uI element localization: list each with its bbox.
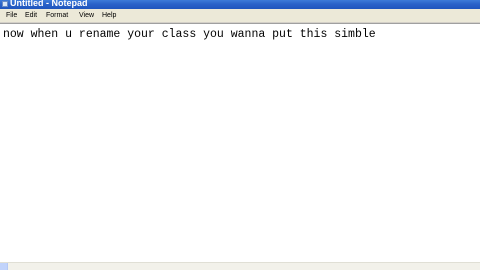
title-bar[interactable]: Untitled - Notepad <box>0 0 480 9</box>
menu-help[interactable]: Help <box>100 10 118 21</box>
menu-bar: File Edit Format View Help <box>0 9 480 23</box>
notepad-window: Untitled - Notepad File Edit Format View… <box>0 0 480 270</box>
menu-view[interactable]: View <box>77 10 96 21</box>
menu-file[interactable]: File <box>4 10 19 21</box>
notepad-icon <box>2 1 8 7</box>
window-title: Untitled - Notepad <box>10 0 88 8</box>
scroll-left-button[interactable] <box>0 263 8 270</box>
menu-edit[interactable]: Edit <box>23 10 39 21</box>
menu-format[interactable]: Format <box>44 10 70 21</box>
text-editor-area[interactable]: now when u rename your class you wanna p… <box>0 23 480 262</box>
horizontal-scrollbar[interactable] <box>0 262 480 270</box>
editor-text-content: now when u rename your class you wanna p… <box>3 28 376 41</box>
